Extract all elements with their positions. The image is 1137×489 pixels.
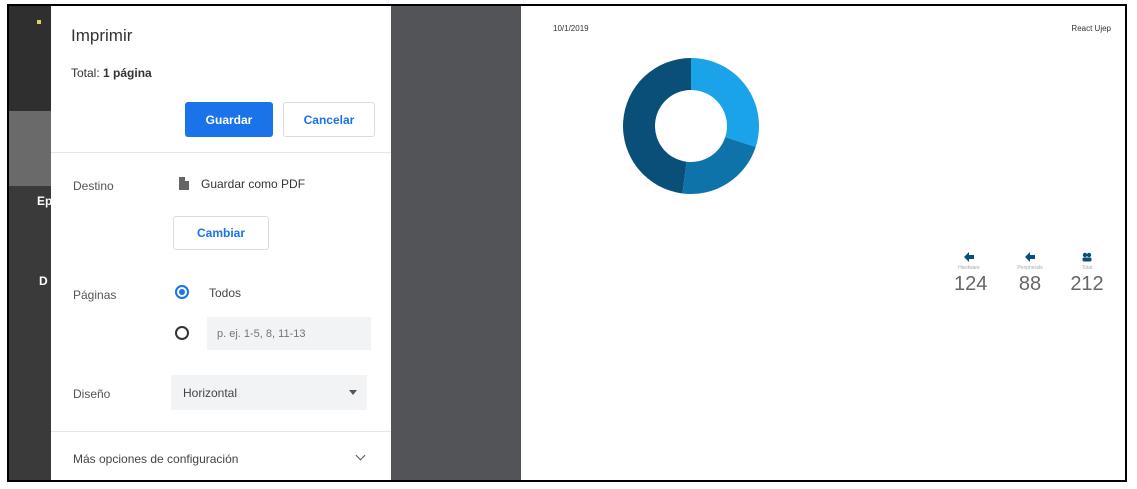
- preview-app-name: React Ujep: [1071, 24, 1111, 33]
- background-header: [9, 6, 51, 111]
- dropdown-arrow-icon: [349, 390, 357, 395]
- pages-label: Páginas: [73, 288, 117, 302]
- preview-page: 10/1/2019 React Ujep Hardware 124 Periph…: [521, 6, 1125, 480]
- destination-value: Guardar como PDF: [201, 177, 306, 191]
- print-dialog: Imprimir Total: 1 página Guardar Cancela…: [51, 6, 391, 480]
- destination-label: Destino: [73, 179, 114, 193]
- divider: [51, 431, 391, 432]
- stat-value: 88: [1018, 273, 1042, 295]
- preview-background: [391, 6, 521, 480]
- screenshot-frame: Ep D Imprimir Total: 1 página Guardar Ca…: [7, 4, 1127, 482]
- background-label-2: D: [39, 274, 48, 288]
- stat-peripherals: Peripherals 88: [1015, 252, 1045, 296]
- donut-chart: [622, 58, 759, 194]
- background-app: Ep D: [9, 6, 52, 480]
- stat-value: 212: [1070, 273, 1104, 295]
- layout-select-value: Horizontal: [183, 386, 238, 400]
- stat-total: Total 212: [1069, 252, 1105, 296]
- layout-select[interactable]: Horizontal: [171, 375, 367, 410]
- donut-slice-2: [622, 58, 691, 194]
- pages-custom-input[interactable]: [207, 317, 371, 350]
- page-total: Total: 1 página: [71, 66, 152, 80]
- background-indicator: [37, 20, 41, 24]
- dialog-title: Imprimir: [71, 26, 133, 45]
- divider: [51, 152, 391, 153]
- background-nav-item: [9, 111, 51, 186]
- page-total-value: 1 página: [103, 66, 152, 80]
- donut-slice-1: [682, 137, 756, 194]
- more-settings-toggle[interactable]: Más opciones de configuración: [73, 452, 238, 466]
- save-button[interactable]: Guardar: [185, 102, 273, 137]
- cancel-button[interactable]: Cancelar: [283, 102, 375, 137]
- page-total-label: Total:: [71, 66, 100, 80]
- pages-all-radio[interactable]: [175, 285, 189, 299]
- arrow-left-icon: [964, 252, 974, 262]
- preview-date: 10/1/2019: [553, 24, 589, 33]
- change-destination-button[interactable]: Cambiar: [173, 216, 269, 250]
- stat-caption: Hardware: [958, 265, 980, 271]
- stat-hardware: Hardware 124: [954, 252, 988, 296]
- layout-label: Diseño: [73, 387, 111, 401]
- chevron-down-icon[interactable]: [355, 450, 366, 461]
- donut-slice-0: [691, 58, 759, 148]
- arrow-left-icon: [1025, 252, 1035, 262]
- pages-all-label: Todos: [209, 286, 242, 300]
- stat-caption: Total: [1081, 265, 1093, 271]
- group-icon: [1082, 252, 1092, 262]
- file-icon: [179, 177, 189, 190]
- stat-value: 124: [954, 273, 988, 295]
- stat-caption: Peripherals: [1017, 265, 1043, 271]
- pages-custom-radio[interactable]: [175, 326, 189, 340]
